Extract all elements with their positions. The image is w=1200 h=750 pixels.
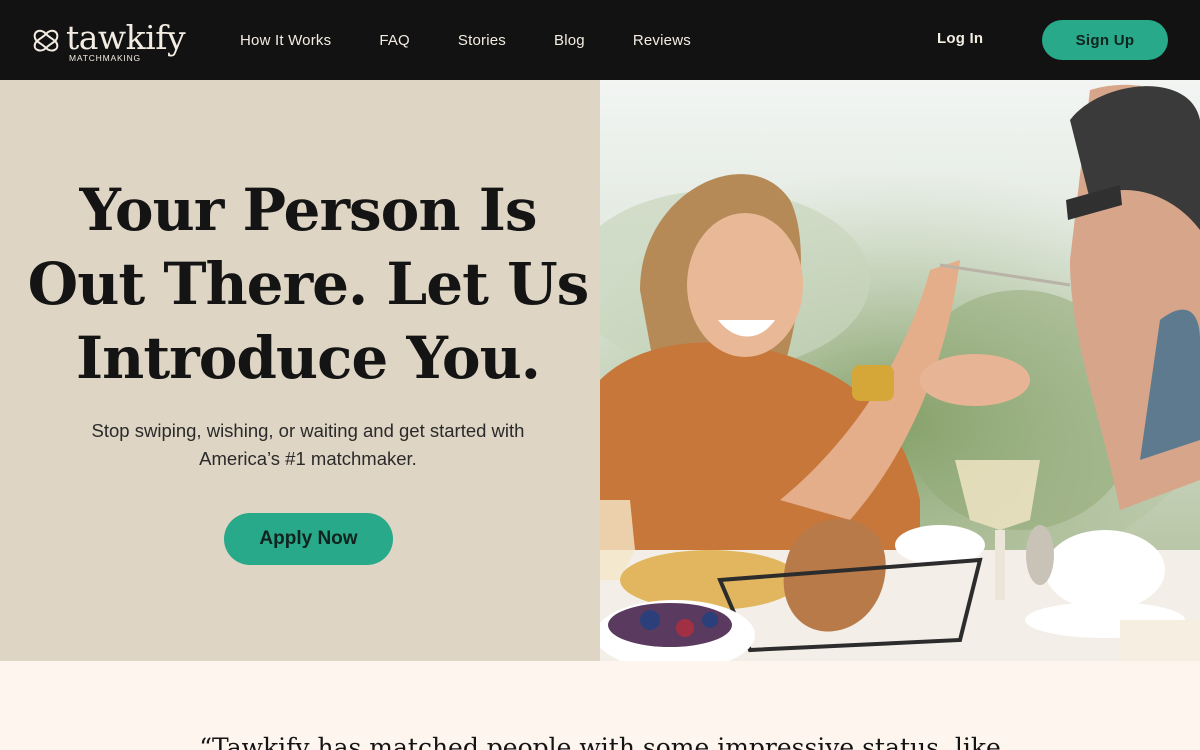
hero-subtitle-line: America’s #1 matchmaker. — [199, 448, 417, 469]
apply-now-button[interactable]: Apply Now — [224, 513, 393, 565]
nav-link-blog[interactable]: Blog — [554, 32, 585, 49]
signup-button[interactable]: Sign Up — [1042, 20, 1168, 60]
hero-subtitle: Stop swiping, wishing, or waiting and ge… — [40, 417, 576, 473]
login-link[interactable]: Log In — [937, 30, 983, 47]
hero-text-panel: Your Person Is Out There. Let Us Introdu… — [0, 80, 600, 661]
primary-nav: How It Works FAQ Stories Blog Reviews — [240, 0, 691, 80]
testimonial-quote: “Tawkify has matched people with some im… — [199, 733, 1001, 750]
hero-title-line: Out There. Let Us — [27, 250, 590, 318]
tawkify-logo[interactable]: tawkify MATCHMAKING — [31, 18, 186, 64]
nav-link-how-it-works[interactable]: How It Works — [240, 32, 331, 49]
hero-title-line: Your Person Is — [79, 176, 538, 244]
logo-subtitle: MATCHMAKING — [69, 53, 141, 63]
couple-dining-photo — [600, 80, 1200, 661]
nav-link-reviews[interactable]: Reviews — [633, 32, 691, 49]
nav-link-stories[interactable]: Stories — [458, 32, 506, 49]
hero-title: Your Person Is Out There. Let Us Introdu… — [20, 173, 596, 395]
hero-title-line: Introduce You. — [76, 324, 541, 392]
logo-text: tawkify MATCHMAKING — [66, 18, 186, 64]
testimonial-section: “Tawkify has matched people with some im… — [0, 661, 1200, 750]
nav-link-faq[interactable]: FAQ — [379, 32, 410, 49]
logo-wordmark: tawkify — [66, 18, 186, 57]
hero-subtitle-line: Stop swiping, wishing, or waiting and ge… — [91, 420, 525, 441]
hero-photo — [600, 80, 1200, 661]
top-navbar: tawkify MATCHMAKING How It Works FAQ Sto… — [0, 0, 1200, 80]
logo-mark-icon — [33, 29, 59, 52]
